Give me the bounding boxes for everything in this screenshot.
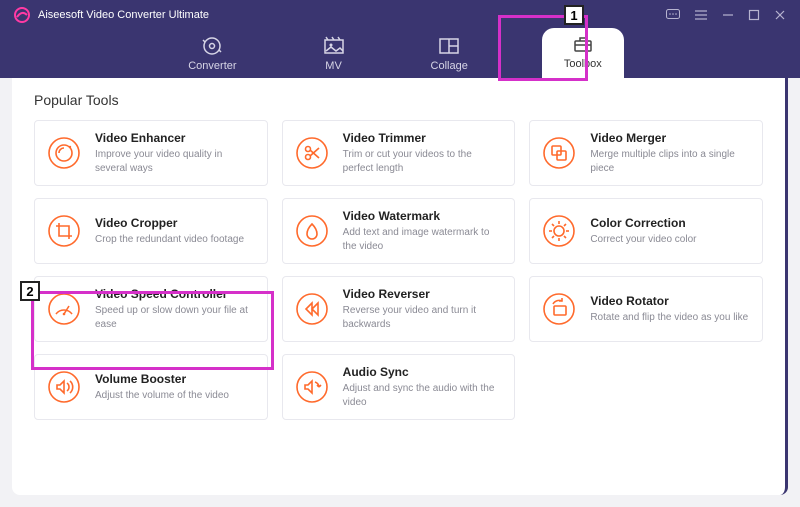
tool-desc: Rotate and flip the video as you like	[590, 311, 750, 325]
main-nav: Converter MV Collage Toolbox	[0, 24, 800, 78]
tool-title: Video Speed Controller	[95, 287, 255, 301]
close-icon[interactable]	[774, 9, 786, 21]
tool-desc: Reverse your video and turn it backwards	[343, 304, 503, 331]
highlight-badge-1: 1	[564, 5, 584, 25]
audio-sync-icon	[295, 370, 329, 404]
tool-volume-booster[interactable]: Volume Booster Adjust the volume of the v…	[34, 354, 268, 420]
app-logo-icon	[14, 7, 30, 23]
tool-title: Audio Sync	[343, 365, 503, 379]
nav-converter[interactable]: Converter	[176, 32, 248, 78]
tool-color-correction[interactable]: Color Correction Correct your video color	[529, 198, 763, 264]
tool-video-trimmer[interactable]: Video Trimmer Trim or cut your videos to …	[282, 120, 516, 186]
collage-icon	[438, 36, 460, 56]
nav-label: MV	[325, 60, 342, 72]
color-icon	[542, 214, 576, 248]
minimize-icon[interactable]	[722, 9, 734, 21]
tool-title: Video Reverser	[343, 287, 503, 301]
titlebar: Aiseesoft Video Converter Ultimate	[0, 0, 800, 24]
content-panel: Popular Tools Video Enhancer Improve your…	[12, 78, 788, 495]
window-controls	[666, 9, 786, 21]
tool-title: Video Trimmer	[343, 131, 503, 145]
tool-video-reverser[interactable]: Video Reverser Reverse your video and tur…	[282, 276, 516, 342]
trimmer-icon	[295, 136, 329, 170]
section-title: Popular Tools	[34, 92, 763, 108]
tool-desc: Correct your video color	[590, 233, 750, 247]
volume-icon	[47, 370, 81, 404]
converter-icon	[201, 36, 223, 56]
tool-title: Video Watermark	[343, 209, 503, 223]
enhancer-icon	[47, 136, 81, 170]
maximize-icon[interactable]	[748, 9, 760, 21]
tool-title: Video Rotator	[590, 294, 750, 308]
watermark-icon	[295, 214, 329, 248]
tool-desc: Adjust the volume of the video	[95, 389, 255, 403]
mv-icon	[323, 36, 345, 56]
tool-video-rotator[interactable]: Video Rotator Rotate and flip the video a…	[529, 276, 763, 342]
nav-mv[interactable]: MV	[311, 32, 357, 78]
tool-desc: Speed up or slow down your file at ease	[95, 304, 255, 331]
tool-video-merger[interactable]: Video Merger Merge multiple clips into a …	[529, 120, 763, 186]
feedback-icon[interactable]	[666, 9, 680, 21]
tool-title: Video Enhancer	[95, 131, 255, 145]
tool-title: Color Correction	[590, 216, 750, 230]
tool-video-speed-controller[interactable]: Video Speed Controller Speed up or slow d…	[34, 276, 268, 342]
tool-desc: Add text and image watermark to the vide…	[343, 226, 503, 253]
nav-label: Converter	[188, 60, 236, 72]
tool-video-cropper[interactable]: Video Cropper Crop the redundant video fo…	[34, 198, 268, 264]
tool-desc: Trim or cut your videos to the perfect l…	[343, 148, 503, 175]
brand: Aiseesoft Video Converter Ultimate	[14, 7, 209, 23]
app-header: Aiseesoft Video Converter Ultimate Conve…	[0, 0, 800, 78]
highlight-badge-2: 2	[20, 281, 40, 301]
tool-title: Video Merger	[590, 131, 750, 145]
tool-video-enhancer[interactable]: Video Enhancer Improve your video quality…	[34, 120, 268, 186]
nav-label: Collage	[431, 60, 468, 72]
tool-desc: Adjust and sync the audio with the video	[343, 382, 503, 409]
toolbox-icon	[572, 34, 594, 54]
tool-desc: Merge multiple clips into a single piece	[590, 148, 750, 175]
nav-collage[interactable]: Collage	[419, 32, 480, 78]
nav-label: Toolbox	[564, 58, 602, 70]
merger-icon	[542, 136, 576, 170]
tool-title: Video Cropper	[95, 216, 255, 230]
menu-icon[interactable]	[694, 9, 708, 21]
speed-icon	[47, 292, 81, 326]
rotator-icon	[542, 292, 576, 326]
cropper-icon	[47, 214, 81, 248]
reverser-icon	[295, 292, 329, 326]
tool-desc: Crop the redundant video footage	[95, 233, 255, 247]
app-title: Aiseesoft Video Converter Ultimate	[38, 9, 209, 21]
tool-audio-sync[interactable]: Audio Sync Adjust and sync the audio with…	[282, 354, 516, 420]
nav-toolbox[interactable]: Toolbox	[542, 28, 624, 78]
tool-title: Volume Booster	[95, 372, 255, 386]
tool-video-watermark[interactable]: Video Watermark Add text and image waterm…	[282, 198, 516, 264]
tools-grid: Video Enhancer Improve your video quality…	[34, 120, 763, 420]
tool-desc: Improve your video quality in several wa…	[95, 148, 255, 175]
